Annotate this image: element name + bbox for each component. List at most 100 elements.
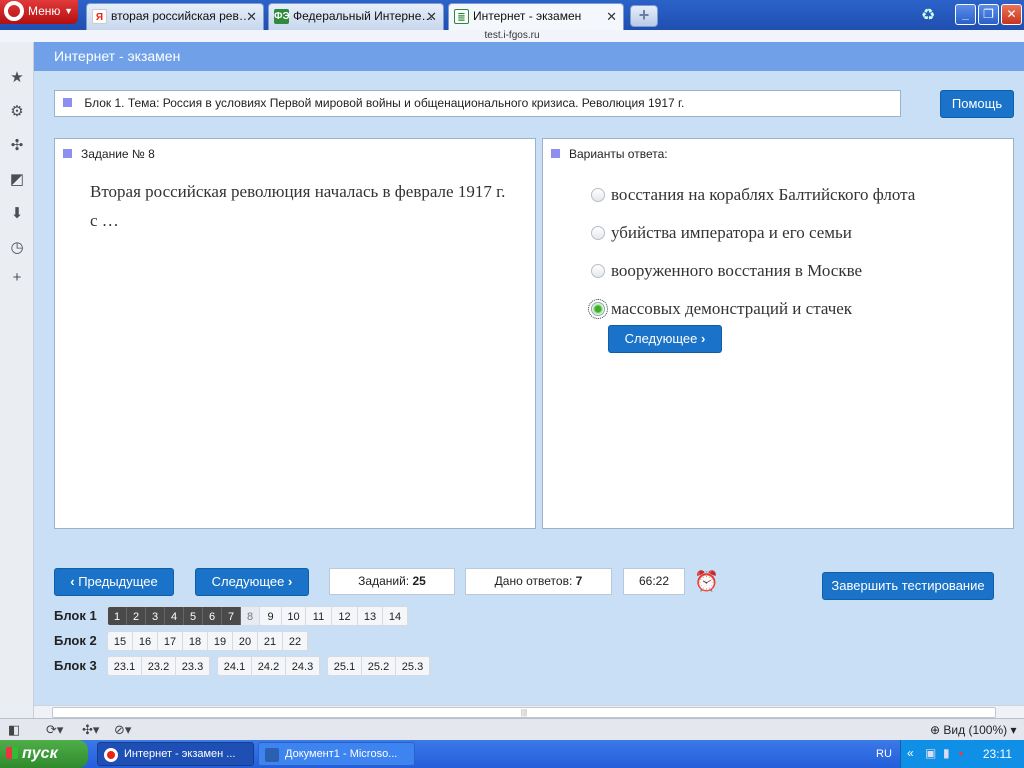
question-cell[interactable]: 1 bbox=[108, 607, 127, 625]
bookmarks-icon[interactable]: ★ bbox=[7, 68, 27, 88]
alert-icon[interactable]: ▪ bbox=[959, 746, 963, 760]
notes-icon[interactable]: ◩ bbox=[7, 170, 27, 190]
taskbar-item-browser[interactable]: Интернет - экзамен ... bbox=[97, 742, 254, 766]
question-cell[interactable]: 12 bbox=[332, 607, 358, 625]
browser-status-bar: ◧ ⟳▾ ✣▾ ⊘▾ ⊕ Вид (100%) ▾ bbox=[0, 718, 1024, 740]
question-cell[interactable]: 4 bbox=[165, 607, 184, 625]
question-cell[interactable]: 11 bbox=[306, 607, 332, 625]
question-cell[interactable]: 9 bbox=[260, 607, 282, 625]
question-cell[interactable]: 24.2 bbox=[252, 657, 286, 675]
question-cell[interactable]: 14 bbox=[383, 607, 408, 625]
question-title: Задание № 8 bbox=[63, 147, 155, 161]
browser-menu-label: Меню bbox=[28, 4, 61, 18]
radio-button[interactable] bbox=[591, 226, 605, 240]
scrollbar-thumb[interactable]: ||| bbox=[52, 707, 996, 718]
tab-internet-exam[interactable]: ≣ Интернет - экзамен ✕ bbox=[448, 3, 624, 30]
block-label: Блок 3 bbox=[54, 658, 97, 673]
network-icon[interactable]: ▣ bbox=[925, 746, 936, 760]
question-cell[interactable]: 3 bbox=[146, 607, 165, 625]
gear-icon[interactable]: ⚙ bbox=[7, 102, 27, 122]
question-cell[interactable]: 24.3 bbox=[286, 657, 320, 675]
question-cell[interactable]: 16 bbox=[133, 632, 158, 650]
radio-button-checked[interactable] bbox=[588, 299, 608, 319]
sync-icon[interactable]: ⟳▾ bbox=[46, 722, 63, 738]
address-line[interactable]: test.i-fgos.ru bbox=[0, 30, 1024, 42]
previous-button[interactable]: ‹ Предыдущее bbox=[54, 568, 174, 596]
question-cell[interactable]: 10 bbox=[282, 607, 306, 625]
question-cell[interactable]: 17 bbox=[158, 632, 183, 650]
question-cell[interactable]: 23.3 bbox=[176, 657, 210, 675]
start-button[interactable]: пуск bbox=[0, 740, 88, 768]
windows-logo-icon bbox=[6, 747, 18, 759]
question-cell[interactable]: 23.1 bbox=[108, 657, 142, 675]
word-document-icon bbox=[265, 748, 279, 762]
answer-option[interactable]: восстания на кораблях Балтийского флота bbox=[591, 184, 915, 206]
question-cell[interactable]: 22 bbox=[283, 632, 308, 650]
question-cell[interactable]: 20 bbox=[233, 632, 258, 650]
question-cell[interactable]: 23.2 bbox=[142, 657, 176, 675]
block-content-icon[interactable]: ⊘▾ bbox=[114, 722, 131, 738]
question-cell-current[interactable]: 8 bbox=[241, 607, 260, 625]
question-cell[interactable]: 24.1 bbox=[218, 657, 252, 675]
next-button[interactable]: Следующее › bbox=[195, 568, 309, 596]
tray-expand-icon[interactable]: « bbox=[907, 746, 914, 760]
next-answer-button[interactable]: Следующее › bbox=[608, 325, 722, 353]
window-close-button[interactable]: ✕ bbox=[1001, 4, 1022, 25]
radio-button[interactable] bbox=[591, 188, 605, 202]
add-icon[interactable]: + bbox=[7, 268, 27, 288]
question-cell[interactable]: 5 bbox=[184, 607, 203, 625]
horizontal-scrollbar[interactable]: ||| bbox=[34, 705, 1024, 718]
history-clock-icon[interactable]: ◷ bbox=[7, 238, 27, 258]
chevron-down-icon: ▼ bbox=[64, 6, 73, 16]
trash-icon[interactable]: ♻ bbox=[918, 5, 938, 25]
question-cell[interactable]: 6 bbox=[203, 607, 222, 625]
block-label: Блок 1 bbox=[54, 608, 97, 623]
finish-test-button[interactable]: Завершить тестирование bbox=[822, 572, 994, 600]
new-tab-button[interactable]: + bbox=[630, 5, 658, 27]
question-cell[interactable]: 25.2 bbox=[362, 657, 396, 675]
page-icon: ≣ bbox=[454, 9, 469, 24]
radio-button[interactable] bbox=[591, 264, 605, 278]
chevron-left-icon: ‹ bbox=[70, 574, 75, 589]
fan-icon[interactable]: ✣ bbox=[7, 136, 27, 156]
chevron-right-icon: › bbox=[701, 331, 706, 346]
close-icon[interactable]: ✕ bbox=[246, 4, 257, 29]
minimize-button[interactable]: _ bbox=[955, 4, 976, 25]
language-indicator[interactable]: RU bbox=[876, 740, 892, 768]
taskbar-item-word[interactable]: Документ1 - Microso... bbox=[258, 742, 415, 766]
close-icon[interactable]: ✕ bbox=[426, 4, 437, 29]
turbo-icon[interactable]: ✣▾ bbox=[82, 722, 99, 738]
answers-title: Варианты ответа: bbox=[551, 147, 668, 161]
signal-icon[interactable]: ▮ bbox=[943, 746, 950, 760]
zoom-control[interactable]: ⊕ Вид (100%) ▾ bbox=[930, 723, 1017, 737]
question-cell[interactable]: 25.3 bbox=[396, 657, 430, 675]
question-group: 24.1 24.2 24.3 bbox=[217, 656, 321, 676]
answer-label: вооруженного восстания в Москве bbox=[611, 261, 863, 280]
help-button[interactable]: Помощь bbox=[940, 90, 1014, 118]
browser-menu-button[interactable]: Меню ▼ bbox=[0, 0, 78, 24]
answer-option-selected[interactable]: массовых демонстраций и стачек bbox=[588, 298, 852, 320]
timer-box: 66:22 bbox=[623, 568, 685, 595]
question-cell[interactable]: 15 bbox=[108, 632, 133, 650]
question-cell[interactable]: 25.1 bbox=[328, 657, 362, 675]
question-cell[interactable]: 2 bbox=[127, 607, 146, 625]
browser-sidebar: ★ ⚙ ✣ ◩ ⬇ ◷ + bbox=[0, 42, 34, 718]
answered-label: Дано ответов: bbox=[494, 574, 573, 588]
tab-yandex-search[interactable]: Я вторая российская рев… ✕ bbox=[86, 3, 264, 30]
answer-option[interactable]: вооруженного восстания в Москве bbox=[591, 260, 862, 282]
question-cell[interactable]: 19 bbox=[208, 632, 233, 650]
tab-federal-exam[interactable]: ФЭ Федеральный Интерне… ✕ bbox=[268, 3, 444, 30]
answer-option[interactable]: убийства императора и его семьи bbox=[591, 222, 852, 244]
panel-toggle-icon[interactable]: ◧ bbox=[8, 722, 20, 738]
question-cell[interactable]: 7 bbox=[222, 607, 241, 625]
next-answer-label: Следующее bbox=[624, 331, 698, 346]
maximize-button[interactable]: ❐ bbox=[978, 4, 999, 25]
question-number: Задание № 8 bbox=[81, 147, 155, 161]
question-cell[interactable]: 13 bbox=[358, 607, 383, 625]
downloads-icon[interactable]: ⬇ bbox=[7, 204, 27, 224]
question-cell[interactable]: 18 bbox=[183, 632, 208, 650]
fi-icon: ФЭ bbox=[274, 9, 290, 24]
close-icon[interactable]: ✕ bbox=[606, 4, 617, 29]
question-cell[interactable]: 21 bbox=[258, 632, 283, 650]
tasks-count-box: Заданий: 25 bbox=[329, 568, 455, 595]
